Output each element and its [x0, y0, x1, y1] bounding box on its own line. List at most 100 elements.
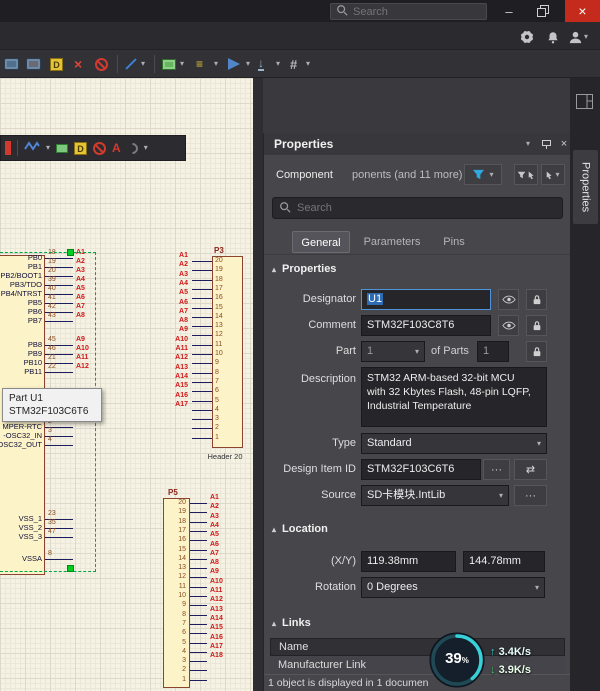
pin-line[interactable] [192, 438, 212, 439]
tab-pins[interactable]: Pins [434, 231, 474, 253]
part-lock-button[interactable] [526, 341, 547, 362]
parameter-set-icon[interactable]: D [74, 142, 87, 155]
filter-funnel-button[interactable]: ▾ [464, 164, 502, 185]
place-bus-icon[interactable]: ≡ [196, 56, 203, 72]
parts-count-input[interactable]: 1 [477, 341, 509, 362]
net-label[interactable]: A16 [210, 634, 223, 642]
panel-search-box[interactable] [272, 197, 563, 219]
panel-search-input[interactable] [297, 202, 537, 214]
pin-line[interactable] [45, 445, 73, 446]
designator-lock-button[interactable] [526, 289, 547, 310]
place-bus-caret-icon[interactable]: ▾ [214, 56, 218, 72]
y-coordinate-input[interactable]: 144.78mm [463, 551, 545, 572]
pin-line[interactable] [45, 559, 73, 560]
comment-visibility-button[interactable] [498, 315, 519, 336]
pin-line[interactable] [192, 428, 212, 429]
net-label[interactable]: A2 [76, 258, 85, 266]
pin-line[interactable] [192, 261, 212, 262]
signal-harness-icon[interactable] [24, 139, 40, 157]
grid-settings-icon[interactable]: # [290, 56, 297, 72]
net-label[interactable]: A3 [156, 271, 188, 279]
pin-line[interactable] [190, 568, 207, 569]
x-coordinate-input[interactable]: 119.38mm [361, 551, 456, 572]
pin-line[interactable] [190, 661, 207, 662]
pin-line[interactable] [190, 550, 207, 551]
net-label[interactable]: A17 [156, 401, 188, 409]
design-item-id-swap-button[interactable]: ⇄ [514, 459, 547, 480]
net-label[interactable]: A1 [210, 494, 219, 502]
panel-splitter[interactable] [253, 78, 263, 691]
pin-line[interactable] [190, 512, 207, 513]
selector-scope[interactable]: ponents (and 11 more) [352, 169, 462, 181]
signal-caret-icon[interactable]: ▾ [46, 144, 50, 152]
pin-line[interactable] [190, 652, 207, 653]
designator-input[interactable]: U1 [361, 289, 491, 310]
net-label[interactable]: A2 [210, 503, 219, 511]
pin-line[interactable] [192, 345, 212, 346]
net-label[interactable]: A7 [156, 308, 188, 316]
pin-line[interactable] [192, 317, 212, 318]
pin-line[interactable] [190, 605, 207, 606]
net-label[interactable]: A3 [210, 513, 219, 521]
net-label[interactable]: A10 [76, 345, 89, 353]
pin-line[interactable] [192, 419, 212, 420]
place-text-icon[interactable]: A [112, 142, 121, 154]
properties-panel-tab[interactable]: Properties [573, 150, 598, 224]
net-label[interactable]: A12 [210, 596, 223, 604]
close-button[interactable]: × [565, 0, 600, 22]
net-label[interactable]: A5 [210, 531, 219, 539]
probe-icon[interactable] [5, 141, 11, 155]
pin-line[interactable] [190, 577, 207, 578]
place-port-caret-icon[interactable]: ▾ [246, 56, 250, 72]
net-label[interactable]: A11 [210, 587, 222, 595]
net-label[interactable]: A10 [156, 336, 188, 344]
pin-line[interactable] [192, 410, 212, 411]
schematic-canvas[interactable]: P3 Header 20 P5 18PB0A119PB1A220PB2/BOOT… [0, 78, 253, 691]
net-label[interactable]: A8 [76, 312, 85, 320]
pin-line[interactable] [192, 401, 212, 402]
place-port-icon[interactable] [228, 56, 240, 72]
net-label[interactable]: A9 [76, 336, 85, 344]
rotation-dropdown[interactable]: 0 Degrees▾ [361, 577, 545, 598]
pin-line[interactable] [190, 670, 207, 671]
net-label[interactable]: A17 [210, 643, 223, 651]
net-label[interactable]: A8 [156, 317, 188, 325]
filter-select-button[interactable] [514, 164, 538, 185]
net-label[interactable]: A8 [210, 559, 219, 567]
net-label[interactable]: A14 [156, 373, 188, 381]
maximize-button[interactable] [528, 0, 558, 22]
net-label[interactable]: A14 [210, 615, 223, 623]
net-label[interactable]: A12 [76, 363, 89, 371]
design-item-id-input[interactable]: STM32F103C6T6 [361, 459, 481, 480]
place-wire-caret-icon[interactable]: ▾ [141, 56, 145, 72]
place-rectangle-icon[interactable] [56, 144, 68, 153]
pin-line[interactable] [45, 372, 73, 373]
device-sheet-icon[interactable]: D [50, 56, 63, 72]
design-item-id-browse-button[interactable]: ··· [483, 459, 510, 480]
net-label[interactable]: A12 [156, 354, 188, 362]
no-erc-directive-icon[interactable] [93, 142, 106, 155]
pin-line[interactable] [190, 596, 207, 597]
section-links[interactable]: ▴Links [272, 617, 311, 629]
pin-line[interactable] [190, 559, 207, 560]
delete-icon[interactable]: × [74, 56, 82, 72]
pin-line[interactable] [192, 280, 212, 281]
place-sheet-symbol-icon[interactable] [162, 56, 176, 72]
net-label[interactable]: A11 [76, 354, 88, 362]
pin-line[interactable] [192, 382, 212, 383]
pin-line[interactable] [192, 289, 212, 290]
user-menu-caret-icon[interactable]: ▾ [584, 33, 588, 41]
pin-line[interactable] [45, 321, 73, 322]
net-label[interactable]: A7 [210, 550, 219, 558]
pin-line[interactable] [190, 540, 207, 541]
pin-line[interactable] [190, 633, 207, 634]
net-label[interactable]: A4 [210, 522, 219, 530]
selection-handle[interactable] [67, 249, 74, 256]
net-label[interactable]: A10 [210, 578, 223, 586]
place-sheet-caret-icon[interactable]: ▾ [180, 56, 184, 72]
net-label[interactable]: A4 [76, 276, 85, 284]
panels-icon[interactable] [576, 94, 593, 114]
notifications-bell-icon[interactable] [543, 27, 563, 47]
section-properties[interactable]: ▴Properties [272, 263, 336, 275]
net-label[interactable]: A15 [156, 382, 188, 390]
